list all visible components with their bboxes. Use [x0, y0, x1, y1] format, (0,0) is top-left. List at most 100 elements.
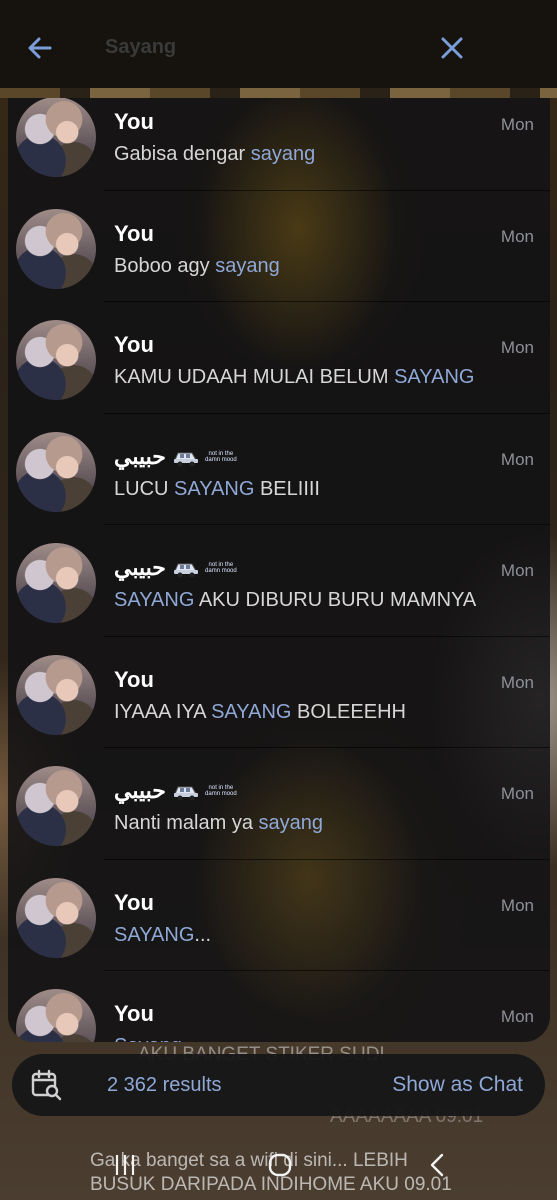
emoji-status: not in the damn mood [172, 558, 238, 578]
avatar [16, 543, 96, 623]
message-time: Mon [500, 449, 534, 469]
search-match-highlight: sayang [258, 812, 324, 834]
results-count: 2 362 results [107, 1074, 222, 1096]
sender-name: You [114, 667, 154, 693]
search-result-item[interactable]: حبيبي not in the damn mood Mon Nanti malam … [8, 748, 550, 860]
home-button[interactable] [267, 1152, 293, 1183]
snippet-text: KAMU UDAAH MULAI BELUM [114, 366, 395, 388]
search-footer: 2 362 results Show as Chat [12, 1054, 545, 1116]
emoji-status: not in the damn mood [172, 781, 238, 801]
message-time: Mon [500, 226, 534, 246]
sender-name: حبيبي not in the damn mood [114, 555, 238, 581]
snippet-text: Gabisa dengar [114, 143, 251, 165]
search-result-item[interactable]: حبيبي not in the damn mood Mon SAYANG AKU D… [8, 525, 550, 637]
avatar [16, 989, 96, 1042]
message-time: Mon [500, 784, 534, 803]
search-result-item[interactable]: You Mon SAYANG... [8, 860, 550, 971]
show-as-chat-button[interactable]: Show as Chat [392, 1073, 523, 1097]
sender-name-text: You [114, 332, 154, 357]
avatar [16, 431, 96, 512]
system-navigation-bar [0, 1132, 557, 1200]
snippet-text: AKU DIBURU BURU MAMNYA [194, 589, 477, 611]
car-icon [173, 563, 198, 578]
snippet-text: LUCU [114, 477, 175, 500]
sender-name: حبيبي not in the damn mood [114, 778, 238, 804]
close-icon [441, 37, 463, 59]
status-sticker-text: not in the damn mood [205, 562, 237, 574]
nav-back-icon [430, 1153, 444, 1177]
search-match-highlight: SAYANG [114, 589, 195, 611]
avatar [16, 320, 96, 400]
recents-button[interactable] [112, 1152, 138, 1183]
sender-name-text: حبيبي [114, 778, 166, 803]
sender-name-text: You [114, 666, 154, 692]
message-time: Mon [500, 561, 534, 580]
sender-name: You [114, 1001, 154, 1027]
search-match-highlight: SAYANG [174, 477, 255, 500]
search-result-item[interactable]: You Mon Sayang [8, 971, 550, 1042]
search-result-item[interactable]: You Mon Gabisa dengar sayang [8, 98, 550, 191]
message-time: Mon [500, 338, 534, 357]
sender-name: You [114, 109, 154, 135]
calendar-search-icon [31, 1069, 62, 1101]
clear-search-button[interactable] [434, 30, 470, 66]
avatar [16, 766, 96, 846]
search-match-highlight: SAYANG [114, 923, 195, 946]
avatar [16, 654, 96, 735]
snippet-text: BELIIII [254, 477, 320, 500]
message-snippet: KAMU UDAAH MULAI BELUM SAYANG [114, 366, 474, 389]
sender-name-text: You [114, 220, 154, 246]
sender-name-text: حبيبي [114, 555, 166, 580]
sender-name: You [114, 332, 154, 358]
car-icon [173, 452, 198, 466]
status-sticker-text: not in the damn mood [205, 785, 237, 797]
message-time: Mon [500, 672, 534, 692]
message-time: Mon [500, 1007, 534, 1026]
search-result-item[interactable]: You Mon KAMU UDAAH MULAI BELUM SAYANG [8, 302, 550, 414]
snippet-text: ... [194, 923, 212, 946]
message-snippet: Sayang [114, 1035, 182, 1042]
snippet-text: Nanti malam ya [114, 812, 259, 834]
snippet-text: Boboo agy [114, 254, 216, 277]
snippet-text: IYAAA IYA [114, 700, 212, 723]
search-input[interactable]: Sayang [105, 36, 176, 59]
avatar [16, 98, 96, 177]
emoji-status: not in the damn mood [172, 447, 238, 467]
home-icon [268, 1153, 292, 1177]
car-icon [173, 786, 198, 801]
search-match-highlight: SAYANG [211, 700, 292, 723]
sender-name: You [114, 890, 154, 916]
arrow-left-icon [28, 37, 52, 59]
recents-icon [115, 1155, 135, 1175]
search-results-list: You Mon Gabisa dengar sayang You Mon Boboo ag… [8, 98, 550, 1042]
snippet-text: BOLEEEHH [291, 700, 406, 723]
message-snippet: Boboo agy sayang [114, 255, 280, 278]
search-result-item[interactable]: حبيبي not in the damn mood Mon LUCU SAYANG … [8, 414, 550, 525]
message-time: Mon [500, 115, 534, 134]
search-match-highlight: sayang [250, 143, 316, 165]
sender-name: You [114, 221, 154, 247]
sender-name-text: حبيبي [114, 443, 166, 469]
message-snippet: IYAAA IYA SAYANG BOLEEEHH [114, 701, 406, 724]
sender-name-text: You [114, 1001, 154, 1026]
sender-name-text: You [114, 109, 154, 134]
back-button[interactable] [22, 30, 58, 66]
search-result-item[interactable]: You Mon Boboo agy sayang [8, 191, 550, 302]
message-snippet: Nanti malam ya sayang [114, 812, 323, 835]
search-match-highlight: sayang [215, 254, 280, 277]
message-snippet: LUCU SAYANG BELIIII [114, 478, 320, 501]
calendar-search-button[interactable] [30, 1069, 62, 1106]
search-header: Sayang [0, 0, 557, 92]
search-match-highlight: SAYANG [394, 366, 475, 388]
message-snippet: Gabisa dengar sayang [114, 143, 315, 166]
message-snippet: SAYANG AKU DIBURU BURU MAMNYA [114, 589, 476, 612]
header-shadow-strip [0, 88, 557, 98]
message-time: Mon [500, 895, 534, 915]
nav-back-button[interactable] [425, 1152, 451, 1183]
sender-name: حبيبي not in the damn mood [114, 444, 238, 470]
status-sticker-text: not in the damn mood [205, 450, 237, 463]
avatar [16, 208, 96, 289]
search-results-panel: You Mon Gabisa dengar sayang You Mon Boboo ag… [8, 98, 550, 1042]
message-snippet: SAYANG... [114, 924, 211, 947]
search-result-item[interactable]: You Mon IYAAA IYA SAYANG BOLEEEHH [8, 637, 550, 748]
